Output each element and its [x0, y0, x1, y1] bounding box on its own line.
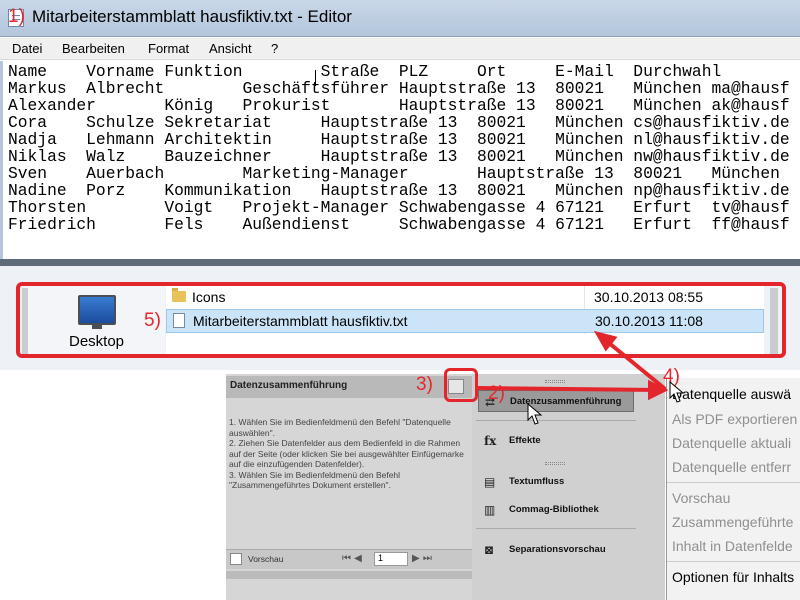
- dock-button-textumfluss[interactable]: ▤ Textumfluss: [478, 471, 634, 493]
- dock-button-effekte[interactable]: fx Effekte: [478, 430, 634, 452]
- text-line: Niklas Walz Bauzeichner Hauptstraße 13 8…: [8, 147, 790, 166]
- menu-item-datenquelle-auswaehlen[interactable]: Datenquelle auswä: [672, 386, 791, 402]
- dock-button-commag-bibliothek[interactable]: ▥ Commag-Bibliothek: [478, 499, 634, 521]
- menu-item-vorschau[interactable]: Vorschau: [672, 490, 730, 506]
- text-line: Nadja Lehmann Architektin Hauptstraße 13…: [8, 130, 790, 149]
- dock-label: Datenzusammenführung: [510, 396, 622, 407]
- menu-separator: [667, 482, 800, 483]
- dock-button-separationsvorschau[interactable]: ⊠ Separationsvorschau: [478, 539, 634, 561]
- menu-help[interactable]: ?: [271, 41, 278, 56]
- preview-checkbox[interactable]: [230, 553, 242, 565]
- dock-separator: [476, 420, 636, 421]
- text-line: Thorsten Voigt Projekt-Manager Schwabeng…: [8, 198, 790, 217]
- fx-icon: fx: [484, 434, 497, 448]
- dock-label: Separationsvorschau: [509, 544, 606, 555]
- dock-separator: [476, 528, 636, 529]
- menu-item-datenquelle-entfernen[interactable]: Datenquelle entferr: [672, 459, 791, 475]
- text-line: Nadine Porz Kommunikation Hauptstraße 13…: [8, 181, 790, 200]
- highlight-box-panel-menu: [444, 368, 478, 402]
- panel-scrollbar[interactable]: [226, 571, 472, 579]
- panel-footer: Vorschau ⏮ ◀ 1 ▶ ⏭: [226, 549, 472, 569]
- window-titlebar[interactable]: Mitarbeiterstammblatt hausfiktiv.txt - E…: [0, 0, 800, 37]
- menu-item-als-pdf-exportieren[interactable]: Als PDF exportieren: [672, 411, 797, 427]
- step-label-4: 4): [663, 366, 680, 387]
- dock-grip[interactable]: [545, 462, 565, 465]
- text-line: Markus Albrecht Geschäftsführer Hauptstr…: [8, 79, 790, 98]
- menu-item-zusammengefuehrtes-dokument[interactable]: Zusammengeführte: [672, 514, 793, 530]
- text-cursor-icon: [315, 70, 316, 86]
- step-label-1: 1): [8, 6, 25, 27]
- text-line: Cora Schulze Sekretariat Hauptstraße 13 …: [8, 113, 790, 132]
- record-prev-buttons[interactable]: ⏮ ◀: [342, 553, 362, 564]
- dock-label: Textumfluss: [509, 476, 565, 487]
- record-number-field[interactable]: 1: [374, 552, 408, 566]
- dock-label: Effekte: [509, 435, 541, 446]
- text-line: Name Vorname Funktion Straße PLZ Ort E-M…: [8, 62, 722, 81]
- text-editor-area[interactable]: Name Vorname Funktion Straße PLZ Ort E-M…: [0, 61, 800, 259]
- library-icon: ▥: [484, 503, 496, 517]
- menu-item-optionen-fuer-inhalts[interactable]: Optionen für Inhalts: [672, 569, 794, 585]
- step-label-2: 2): [488, 383, 505, 404]
- record-next-buttons[interactable]: ▶ ⏭: [412, 553, 432, 564]
- menu-format[interactable]: Format: [148, 41, 189, 56]
- dock-grip[interactable]: [545, 380, 565, 383]
- window-title: Mitarbeiterstammblatt hausfiktiv.txt - E…: [32, 7, 352, 26]
- highlight-box-file: [16, 282, 786, 358]
- preview-label: Vorschau: [248, 554, 284, 564]
- menu-ansicht[interactable]: Ansicht: [209, 41, 252, 56]
- step-label-5: 5): [144, 310, 161, 331]
- context-menu: Datenquelle auswä Als PDF exportieren Da…: [666, 378, 800, 600]
- panel-header[interactable]: Datenzusammenführung: [226, 376, 472, 398]
- text-line: Friedrich Fels Außendienst Schwabengasse…: [8, 215, 790, 234]
- window-bottom-border: [0, 259, 800, 266]
- step-label-3: 3): [416, 374, 433, 395]
- panel-help-text: 1. Wählen Sie im Bedienfeldmenü den Befe…: [229, 417, 464, 490]
- panel-title: Datenzusammenführung: [230, 380, 348, 391]
- text-line: Sven Auerbach Marketing-Manager Hauptstr…: [8, 164, 780, 183]
- menu-item-inhalt-in-datenfeldern[interactable]: Inhalt in Datenfelde: [672, 538, 793, 554]
- menu-bar: Datei Bearbeiten Format Ansicht ?: [0, 38, 800, 60]
- menu-datei[interactable]: Datei: [12, 41, 42, 56]
- textwrap-icon: ▤: [484, 475, 496, 489]
- menu-bearbeiten[interactable]: Bearbeiten: [62, 41, 125, 56]
- menu-separator: [667, 561, 800, 562]
- text-line: Alexander König Prokurist Hauptstraße 13…: [8, 96, 790, 115]
- dock-label: Commag-Bibliothek: [509, 504, 599, 515]
- menu-item-datenquelle-aktualisieren[interactable]: Datenquelle aktuali: [672, 435, 791, 451]
- separations-icon: ⊠: [484, 543, 495, 557]
